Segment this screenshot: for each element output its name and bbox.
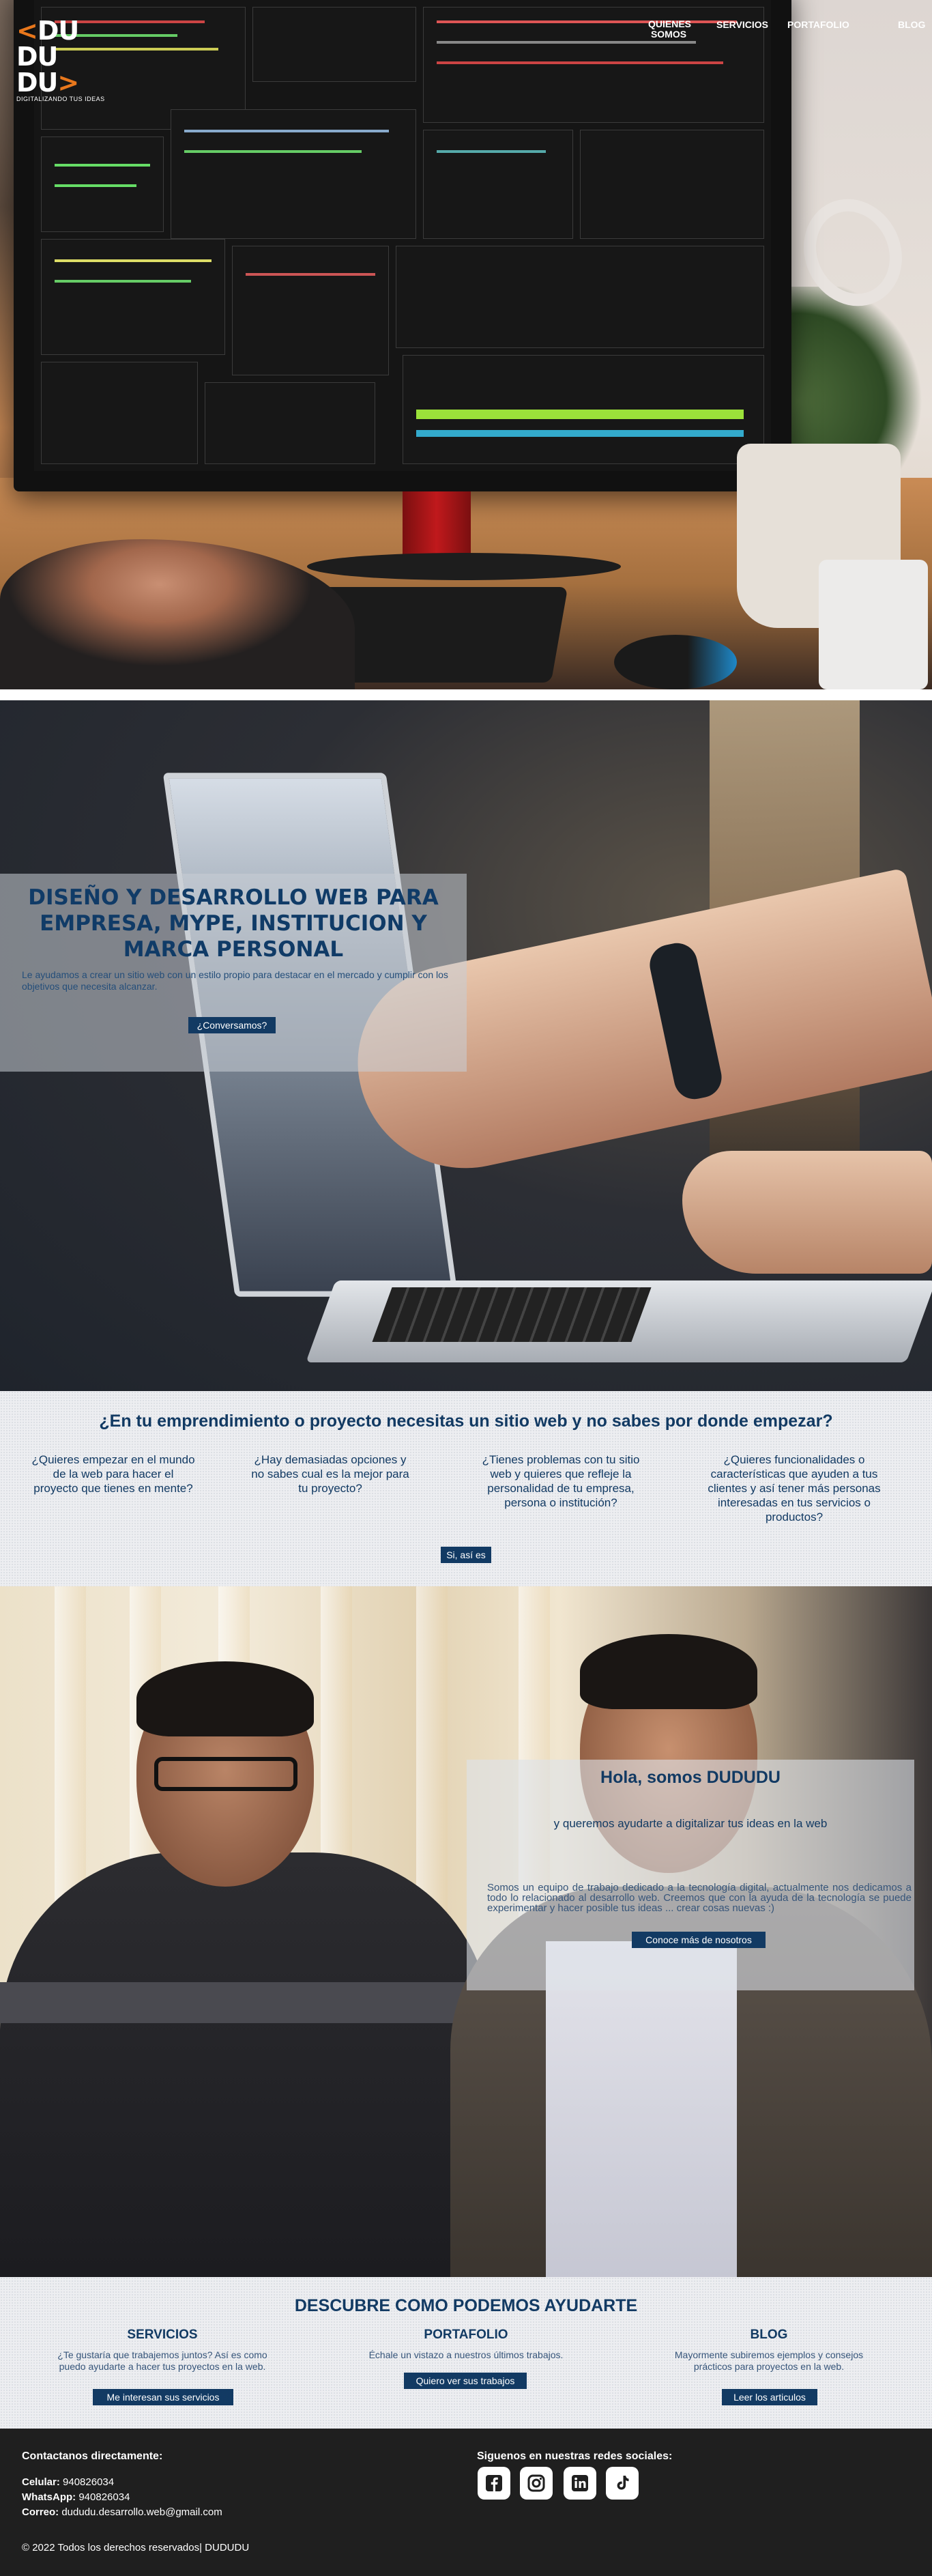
team-title: Hola, somos DUDUDU bbox=[600, 1768, 781, 1787]
contact-phone: Celular: 940826034 bbox=[22, 2476, 115, 2488]
glasses bbox=[154, 1757, 297, 1791]
question-item: ¿Quieres empezar en el mundo de la web p… bbox=[31, 1453, 195, 1495]
tiktok-icon[interactable] bbox=[606, 2467, 639, 2500]
ver-trabajos-button[interactable]: Quiero ver sus trabajos bbox=[404, 2373, 527, 2389]
copyright: © 2022 Todos los derechos reservados| DU… bbox=[22, 2542, 250, 2553]
services-column-heading: SERVICIOS bbox=[127, 2328, 198, 2342]
logo-row-1: <DU bbox=[16, 16, 79, 46]
hero-title: DISEÑO Y DESARROLLO WEB PARA EMPRESA, MY… bbox=[28, 885, 439, 962]
section-divider bbox=[0, 689, 932, 700]
hair-right bbox=[580, 1634, 757, 1709]
nav-link-quienes-somos[interactable]: QUIENES SOMOS bbox=[648, 19, 691, 40]
instagram-icon[interactable] bbox=[520, 2467, 553, 2500]
me-interesan-servicios-button[interactable]: Me interesan sus servicios bbox=[93, 2389, 233, 2405]
site-logo[interactable]: <DU DU DU> DIGITALIZANDO TUS IDEAS bbox=[16, 16, 104, 102]
nav-link-blog[interactable]: BLOG bbox=[898, 19, 925, 30]
logo-row-3: DU> bbox=[16, 68, 79, 98]
page: <DU DU DU> DIGITALIZANDO TUS IDEAS QUIEN… bbox=[0, 0, 932, 2576]
sweater-stripe bbox=[0, 1982, 491, 2023]
typing-hand bbox=[682, 1151, 932, 1274]
phone-value[interactable]: 940826034 bbox=[63, 2476, 114, 2488]
contact-heading: Contactanos directamente: bbox=[22, 2450, 163, 2462]
logo-row-2: DU bbox=[16, 42, 58, 72]
cup bbox=[819, 560, 928, 689]
blog-column-text: Mayormente subiremos ejemplos y consejos… bbox=[674, 2349, 864, 2372]
services-column-text: ¿Te gustaría que trabajemos juntos? Así … bbox=[57, 2349, 267, 2372]
linkedin-icon[interactable] bbox=[564, 2467, 596, 2500]
logo-tagline: DIGITALIZANDO TUS IDEAS bbox=[16, 96, 105, 102]
question-item: ¿Quieres funcionalidades o característic… bbox=[708, 1453, 881, 1523]
portfolio-column-text: Échale un vistazo a nuestros últimos tra… bbox=[368, 2349, 564, 2360]
contact-whatsapp: WhatsApp: 940826034 bbox=[22, 2491, 130, 2503]
hero-subtitle: Le ayudamos a crear un sitio web con un … bbox=[22, 969, 448, 992]
questions-title: ¿En tu emprendimiento o proyecto necesit… bbox=[99, 1412, 833, 1431]
person-left bbox=[0, 1852, 491, 2277]
email-value[interactable]: dududu.desarrollo.web@gmail.com bbox=[61, 2506, 222, 2518]
laptop-keyboard bbox=[372, 1287, 652, 1342]
shirt-right bbox=[546, 1941, 737, 2277]
hair-left bbox=[136, 1661, 314, 1736]
conversamos-button[interactable]: ¿Conversamos? bbox=[188, 1017, 276, 1033]
nav-link-servicios[interactable]: SERVICIOS bbox=[716, 19, 768, 30]
services-title: DESCUBRE COMO PODEMOS AYUDARTE bbox=[294, 2296, 638, 2315]
question-item: ¿Hay demasiadas opciones y no sabes cual… bbox=[251, 1453, 409, 1495]
team-subtitle: y queremos ayudarte a digitalizar tus id… bbox=[553, 1817, 828, 1830]
team-description: Somos un equipo de trabajo dedicado a la… bbox=[487, 1882, 912, 1914]
conoce-mas-button[interactable]: Conoce más de nosotros bbox=[632, 1932, 766, 1948]
leer-articulos-button[interactable]: Leer los articulos bbox=[722, 2389, 817, 2405]
nav-link-portafolio[interactable]: PORTAFOLIO bbox=[787, 19, 849, 30]
contact-email: Correo: dududu.desarrollo.web@gmail.com bbox=[22, 2506, 222, 2518]
team-overlay-card bbox=[467, 1760, 914, 1990]
social-heading: Siguenos en nuestras redes sociales: bbox=[477, 2450, 673, 2462]
facebook-icon[interactable] bbox=[478, 2467, 510, 2500]
site-header: <DU DU DU> DIGITALIZANDO TUS IDEAS QUIEN… bbox=[0, 0, 932, 102]
whatsapp-value[interactable]: 940826034 bbox=[78, 2491, 130, 2503]
mouse bbox=[614, 635, 737, 689]
si-asi-es-button[interactable]: Si, así es bbox=[441, 1547, 491, 1563]
portfolio-column-heading: PORTAFOLIO bbox=[424, 2328, 508, 2342]
question-item: ¿Tienes problemas con tu sitio web y qui… bbox=[482, 1453, 640, 1509]
blog-column-heading: BLOG bbox=[750, 2328, 788, 2342]
hero-photo-monitor bbox=[0, 0, 932, 689]
monitor-base bbox=[307, 553, 621, 580]
